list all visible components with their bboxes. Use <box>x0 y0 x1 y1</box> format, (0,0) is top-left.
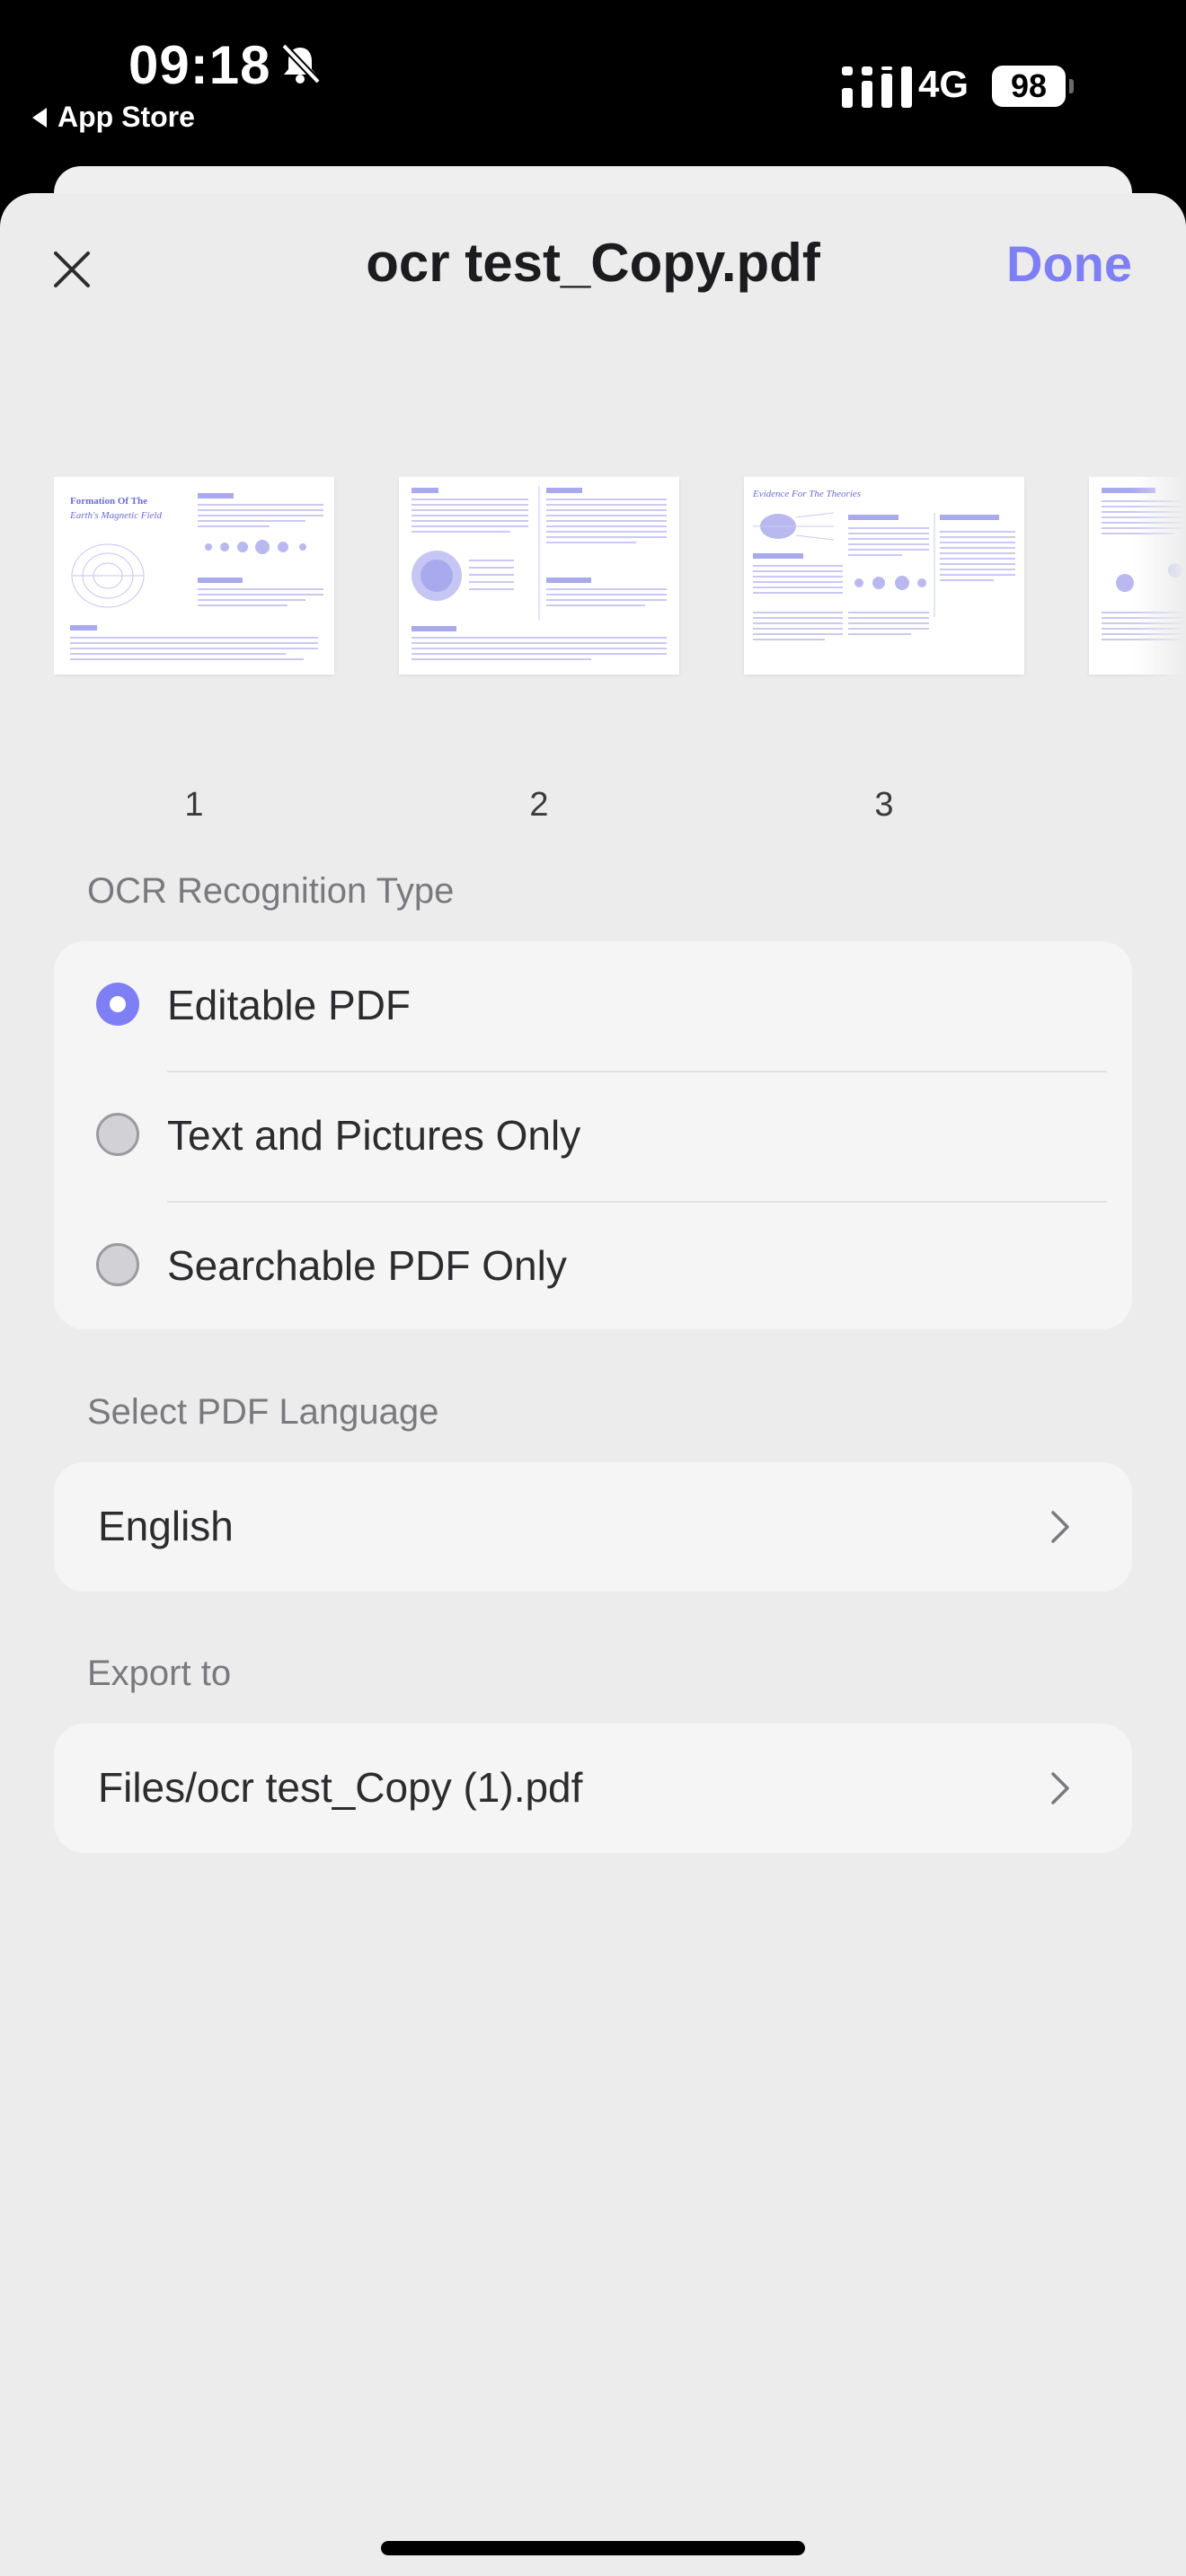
page-number-3: 3 <box>874 786 894 824</box>
page-thumbnail-1[interactable]: Formation Of The Earth's Magnetic Field <box>54 477 334 675</box>
close-icon[interactable] <box>47 244 97 295</box>
done-button[interactable]: Done <box>1006 234 1132 293</box>
document-title: ocr test_Copy.pdf <box>366 233 820 293</box>
page-number-1: 1 <box>184 786 204 824</box>
status-time: 09:18 <box>128 35 271 95</box>
back-app-label: App Store <box>58 101 195 133</box>
back-to-app-store[interactable]: App Store <box>32 101 195 134</box>
language-value: English <box>98 1503 234 1549</box>
page-thumbnail-strip[interactable]: Formation Of The Earth's Magnetic Field <box>54 477 1186 701</box>
ocr-option-text-and-pictures[interactable]: Text and Pictures Only <box>54 1072 1132 1201</box>
back-triangle-icon <box>32 107 47 128</box>
page-thumbnail-3[interactable]: Evidence For The Theories <box>744 477 1024 675</box>
chevron-right-icon <box>1051 1772 1069 1804</box>
silent-bell-icon <box>281 43 321 84</box>
ocr-type-label: OCR Recognition Type <box>87 871 455 911</box>
ocr-sheet: ocr test_Copy.pdf Done Formation Of The … <box>0 193 1186 2576</box>
signal-strength-icon <box>842 66 912 108</box>
status-bar: 09:18 App Store 4G 98 <box>0 0 1186 193</box>
page-1-preview: Formation Of The Earth's Magnetic Field <box>69 493 323 660</box>
ocr-option-label: Searchable PDF Only <box>167 1242 567 1289</box>
language-selector[interactable]: English <box>54 1462 1132 1592</box>
language-label: Select PDF Language <box>87 1392 439 1432</box>
battery-tip <box>1069 79 1074 93</box>
home-indicator[interactable] <box>381 2541 805 2555</box>
page-2-preview <box>412 486 667 660</box>
battery-level: 98 <box>992 66 1066 107</box>
ocr-option-searchable-pdf[interactable]: Searchable PDF Only <box>54 1202 1132 1331</box>
network-type: 4G <box>918 63 969 105</box>
page-number-2: 2 <box>529 786 549 824</box>
radio-selected-icon[interactable] <box>96 983 139 1026</box>
export-label: Export to <box>87 1654 232 1693</box>
page-1-heading-2: Earth's Magnetic Field <box>69 510 162 521</box>
page-3-heading: Evidence For The Theories <box>752 489 861 499</box>
page-3-preview: Evidence For The Theories <box>752 489 1015 640</box>
export-path-value: Files/ocr test_Copy (1).pdf <box>98 1764 583 1811</box>
radio-unselected-icon[interactable] <box>96 1243 139 1286</box>
export-path-selector[interactable]: Files/ocr test_Copy (1).pdf <box>54 1724 1132 1853</box>
ocr-option-label: Text and Pictures Only <box>167 1112 581 1159</box>
page-thumbnail-2[interactable] <box>399 477 679 675</box>
ocr-type-card: Editable PDF Text and Pictures Only Sear… <box>54 941 1132 1329</box>
radio-unselected-icon[interactable] <box>96 1113 139 1156</box>
ocr-option-editable-pdf[interactable]: Editable PDF <box>54 941 1132 1071</box>
ocr-option-label: Editable PDF <box>167 982 412 1028</box>
thumbnail-fade <box>1132 477 1186 701</box>
chevron-right-icon <box>1051 1511 1069 1543</box>
page-1-heading: Formation Of The <box>70 496 147 507</box>
